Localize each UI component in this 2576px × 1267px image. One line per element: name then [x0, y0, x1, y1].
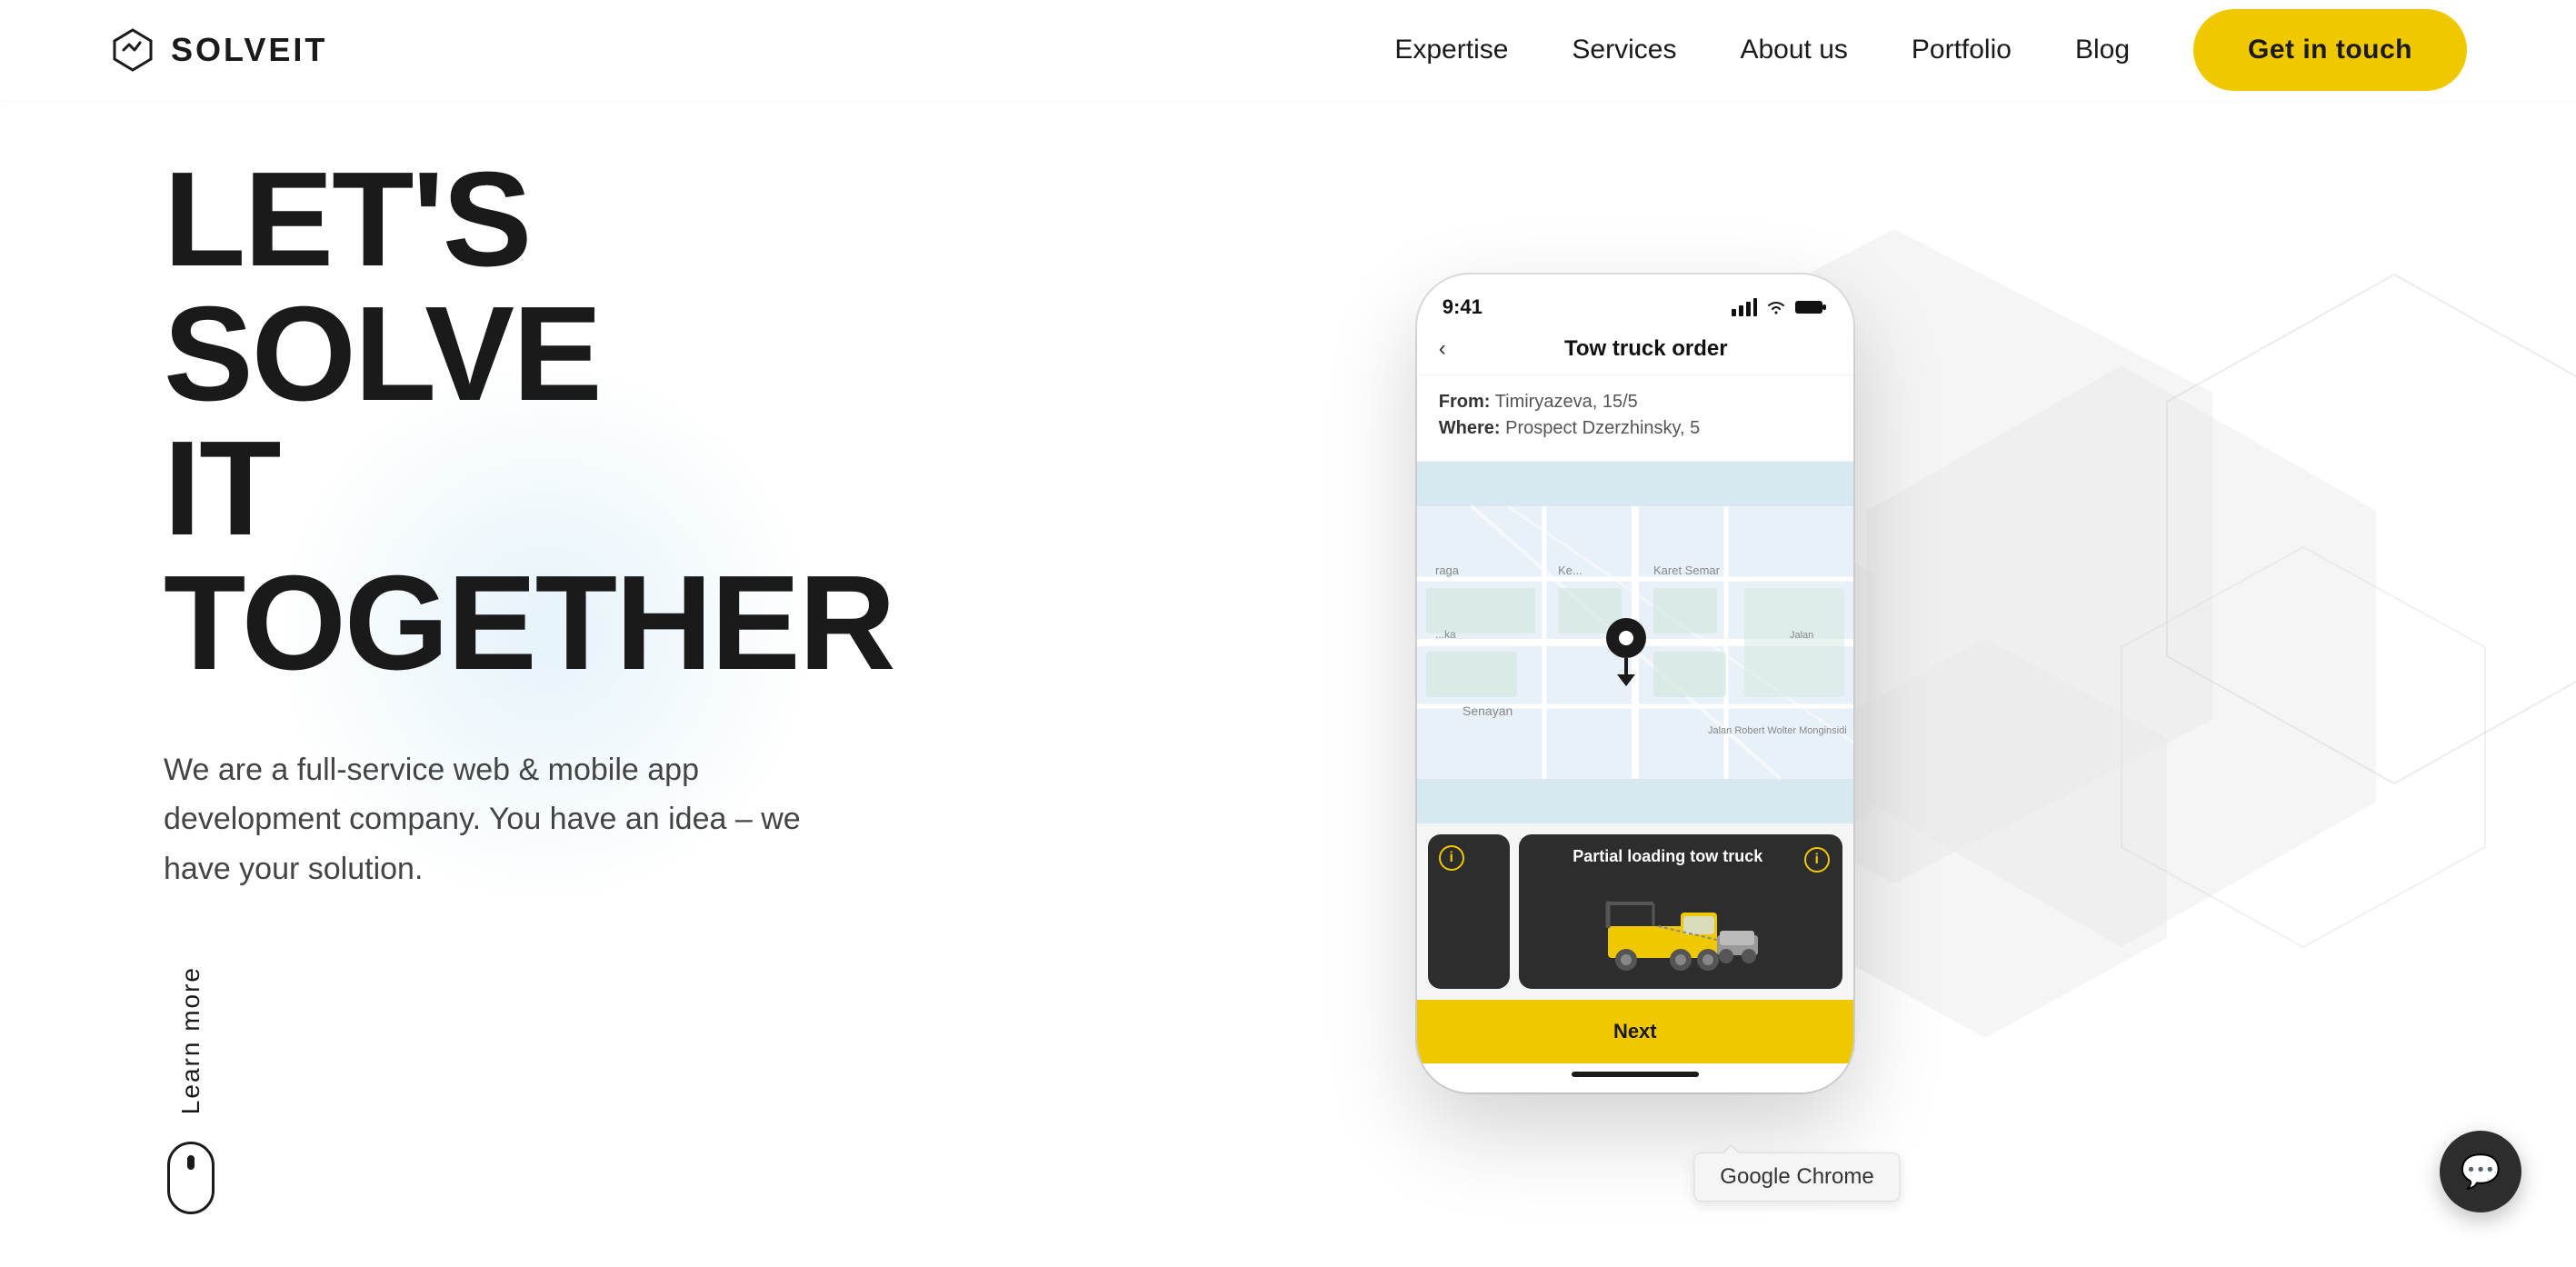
card-active-header: Partial loading tow truck i	[1532, 847, 1830, 873]
home-bar-line	[1572, 1072, 1699, 1077]
phone-cards: i Partial loading tow truck i	[1417, 823, 1853, 1000]
svg-text:...ka: ...ka	[1435, 628, 1456, 641]
scroll-mouse-icon	[167, 1142, 215, 1214]
nav-services[interactable]: Services	[1572, 35, 1676, 65]
phone-status-bar: 9:41	[1417, 274, 1853, 324]
svg-text:Jalan Robert Wolter Monginsidi: Jalan Robert Wolter Monginsidi	[1708, 725, 1847, 736]
phone-map: Senayan raga Karet Semar Ke... ...ka Jal…	[1417, 462, 1853, 823]
nav-expertise[interactable]: Expertise	[1394, 35, 1508, 65]
svg-text:Jalan: Jalan	[1790, 630, 1813, 641]
chat-bubble[interactable]: 💬	[2440, 1131, 2521, 1212]
phone-header: ‹ Tow truck order	[1417, 324, 1853, 375]
svg-text:Karet Semar: Karet Semar	[1653, 564, 1721, 577]
status-icons	[1732, 298, 1828, 316]
truck-svg	[1599, 894, 1762, 976]
navbar: SOLVEIT Expertise Services About us Port…	[0, 0, 2576, 100]
hero-left: LET'S SOLVE IT TOGETHER We are a full-se…	[0, 153, 894, 1214]
get-in-touch-button[interactable]: Get in touch	[2193, 9, 2467, 91]
phone-address: From: Timiryazeva, 15/5 Where: Prospect …	[1417, 375, 1853, 462]
phone-screen-title: Tow truck order	[1461, 336, 1832, 362]
hero-right: 9:41	[894, 138, 2576, 1229]
phone-frame: 9:41	[1417, 274, 1853, 1092]
nav-about[interactable]: About us	[1740, 35, 1847, 65]
wifi-icon	[1764, 298, 1788, 316]
hero-title: LET'S SOLVE IT TOGETHER	[164, 153, 894, 691]
where-address: Where: Prospect Dzerzhinsky, 5	[1439, 418, 1832, 439]
mouse-dot	[187, 1155, 195, 1170]
from-address: From: Timiryazeva, 15/5	[1439, 392, 1832, 413]
info-icon-active: i	[1804, 847, 1830, 873]
phone-mockup: 9:41	[1417, 274, 1853, 1092]
signal-icon	[1732, 298, 1757, 316]
svg-text:raga: raga	[1435, 564, 1460, 577]
card-active[interactable]: Partial loading tow truck i	[1519, 834, 1842, 989]
battery-icon	[1795, 298, 1828, 316]
nav-blog[interactable]: Blog	[2075, 35, 2130, 65]
truck-illustration	[1532, 894, 1830, 976]
nav-links: Expertise Services About us Portfolio Bl…	[1394, 9, 2467, 91]
hero-section: LET'S SOLVE IT TOGETHER We are a full-se…	[0, 0, 2576, 1267]
nav-portfolio[interactable]: Portfolio	[1912, 35, 2012, 65]
learn-more-label: Learn more	[176, 966, 205, 1114]
map-svg: Senayan raga Karet Semar Ke... ...ka Jal…	[1417, 462, 1853, 823]
logo-text: SOLVEIT	[171, 31, 327, 69]
info-icon-inactive: i	[1439, 845, 1464, 871]
back-button[interactable]: ‹	[1439, 336, 1446, 362]
hero-subtitle: We are a full-service web & mobile app d…	[164, 745, 836, 893]
card-inactive[interactable]: i	[1428, 834, 1510, 989]
phone-home-bar	[1417, 1063, 1853, 1092]
logo[interactable]: SOLVEIT	[109, 26, 327, 74]
logo-icon	[109, 26, 156, 74]
chrome-tooltip: Google Chrome	[1693, 1152, 1900, 1202]
svg-text:Senayan: Senayan	[1463, 703, 1513, 718]
phone-time: 9:41	[1443, 295, 1483, 319]
chat-icon: 💬	[2461, 1152, 2501, 1191]
learn-more-wrap: Learn more	[164, 966, 218, 1214]
phone-next-button[interactable]: Next	[1417, 1000, 1853, 1063]
svg-text:Ke...: Ke...	[1558, 564, 1583, 577]
card-active-label: Partial loading tow truck	[1573, 847, 1762, 865]
